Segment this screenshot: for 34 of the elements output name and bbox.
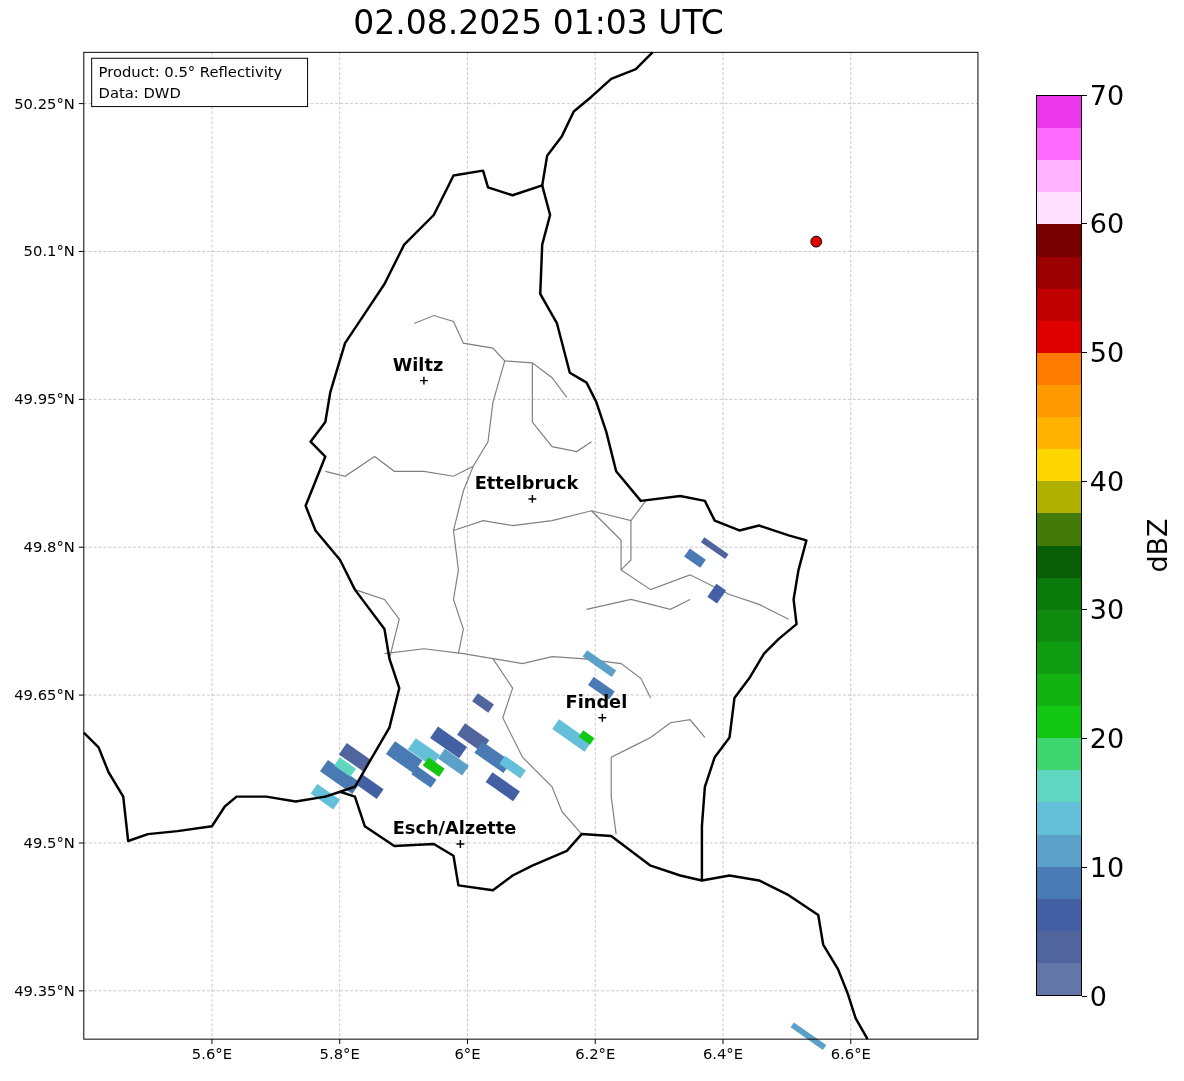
chart-title: 02.08.2025 01:03 UTC [352,6,725,39]
latitude-label: 49.5°N [23,833,75,851]
colorbar-tick-label: 10 [1089,853,1125,881]
longitude-label: 6.6°E [830,1044,871,1062]
longitude-label: 5.8°E [319,1044,360,1062]
colorbar-tick-label: 20 [1089,725,1125,753]
city-label: Esch/Alzette [392,818,517,839]
colorbar-tick-label: 0 [1089,982,1107,1010]
city-label: Ettelbruck [474,473,579,494]
city-marker-icon [455,839,466,849]
latitude-label: 49.35°N [14,981,75,999]
info-text: Product: 0.5° Reflectivity [98,63,283,80]
colorbar-tick-label: 30 [1089,596,1125,624]
colorbar-tick-label: 50 [1089,338,1125,366]
latitude-label: 50.25°N [14,94,75,112]
colorbar-tick-label: 40 [1089,467,1125,495]
latitude-label: 49.95°N [14,390,75,408]
radar-site-marker [810,235,823,248]
city-marker-icon [527,494,538,504]
colorbar-tick-label: 60 [1089,210,1125,238]
latitude-label: 49.8°N [23,538,75,556]
longitude-label: 6.4°E [702,1044,744,1062]
city-marker-icon [597,713,607,723]
city-label: Wiltz [392,354,444,375]
longitude-label: 5.6°E [191,1044,233,1062]
longitude-label: 6.2°E [575,1044,616,1062]
city-marker-icon [419,375,429,386]
latitude-label: 50.1°N [23,242,75,260]
city-label: Findel [565,691,628,712]
colorbar-tick-label: 70 [1089,81,1125,109]
colorbar-label: dBZ [1143,518,1171,573]
latitude-label: 49.65°N [14,686,75,704]
info-text: Data: DWD [98,83,181,101]
longitude-label: 6°E [454,1044,481,1062]
